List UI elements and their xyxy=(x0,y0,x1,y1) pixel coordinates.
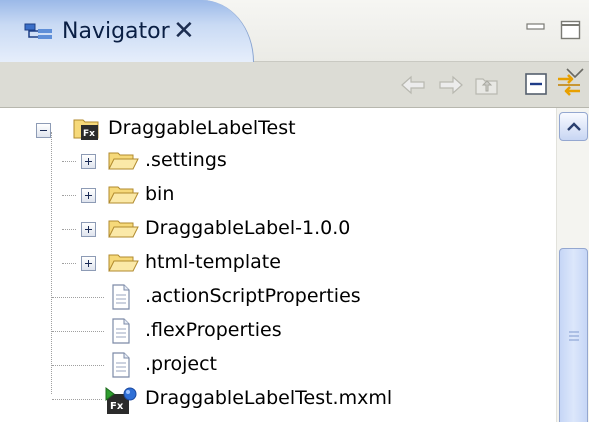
chevron-up-icon xyxy=(567,122,581,131)
tree-connector xyxy=(62,263,76,264)
tree-row-mxml-file[interactable]: Fx DraggableLabelTest.mxml xyxy=(0,386,556,419)
close-icon[interactable]: ✕ xyxy=(173,17,195,45)
arrow-right-icon[interactable] xyxy=(436,70,466,100)
tree-connector xyxy=(52,297,104,298)
svg-text:Fx: Fx xyxy=(110,401,124,412)
scroll-up-button[interactable] xyxy=(559,112,588,141)
tree-connector xyxy=(62,229,76,230)
file-icon xyxy=(112,284,130,310)
tree-item-label: .settings xyxy=(145,149,227,171)
tree-connector xyxy=(62,195,76,196)
tree-item-label: .project xyxy=(145,353,217,375)
tree-row-project[interactable]: Fx DraggableLabelTest xyxy=(0,114,556,147)
navigator-view-icon xyxy=(24,23,52,39)
tree-connector xyxy=(62,161,76,162)
tree-connector xyxy=(52,365,104,366)
tree-row-file[interactable]: .project xyxy=(0,352,556,385)
scrollbar-thumb[interactable] xyxy=(559,248,588,422)
tree-item-label: .actionScriptProperties xyxy=(145,285,361,307)
go-up-folder-icon[interactable] xyxy=(472,70,502,100)
view-toolbar xyxy=(0,62,589,108)
tree-connector xyxy=(52,399,102,400)
expand-toggle-icon[interactable] xyxy=(81,256,96,271)
expand-toggle-icon[interactable] xyxy=(81,188,96,203)
tree-item-label: DraggableLabel-1.0.0 xyxy=(145,217,351,239)
grip-icon xyxy=(569,331,579,341)
tree-row-file[interactable]: .actionScriptProperties xyxy=(0,284,556,317)
navigator-view-tab[interactable]: Navigator ✕ xyxy=(0,0,254,62)
folder-icon xyxy=(108,220,139,238)
tree-item-label: bin xyxy=(145,183,175,205)
tree-item-label: DraggableLabelTest.mxml xyxy=(145,387,393,409)
collapse-toggle-icon[interactable] xyxy=(36,123,51,138)
tree-row-file[interactable]: .flexProperties xyxy=(0,318,556,351)
tree-item-label: html-template xyxy=(145,251,281,273)
svg-text:Fx: Fx xyxy=(83,129,95,139)
minimize-icon[interactable] xyxy=(526,22,546,36)
tree-item-label: .flexProperties xyxy=(145,319,282,341)
flex-project-icon: Fx xyxy=(73,119,99,140)
maximize-icon[interactable] xyxy=(560,20,582,40)
navigator-tree-panel: Fx DraggableLabelTest .settings bin Drag… xyxy=(0,108,589,422)
tree-connector xyxy=(52,331,104,332)
file-icon xyxy=(112,352,130,378)
view-tab-bar: Navigator ✕ xyxy=(0,0,589,62)
mxml-application-icon: Fx xyxy=(105,387,137,414)
navigator-tree: Fx DraggableLabelTest .settings bin Drag… xyxy=(0,108,556,422)
tree-row-folder[interactable]: bin xyxy=(0,182,556,215)
folder-icon xyxy=(108,186,139,204)
view-tab-title: Navigator xyxy=(62,19,170,44)
view-menu-chevron-down-icon[interactable] xyxy=(564,66,586,80)
collapse-all-icon[interactable] xyxy=(523,70,553,100)
vertical-scrollbar[interactable] xyxy=(556,108,589,422)
folder-icon xyxy=(108,152,139,170)
file-icon xyxy=(112,318,130,344)
expand-toggle-icon[interactable] xyxy=(81,154,96,169)
tree-row-folder[interactable]: DraggableLabel-1.0.0 xyxy=(0,216,556,249)
arrow-left-icon[interactable] xyxy=(398,70,428,100)
tree-row-folder[interactable]: .settings xyxy=(0,148,556,181)
tree-row-folder[interactable]: html-template xyxy=(0,250,556,283)
folder-icon xyxy=(108,254,139,272)
expand-toggle-icon[interactable] xyxy=(81,222,96,237)
project-label: DraggableLabelTest xyxy=(108,117,296,139)
